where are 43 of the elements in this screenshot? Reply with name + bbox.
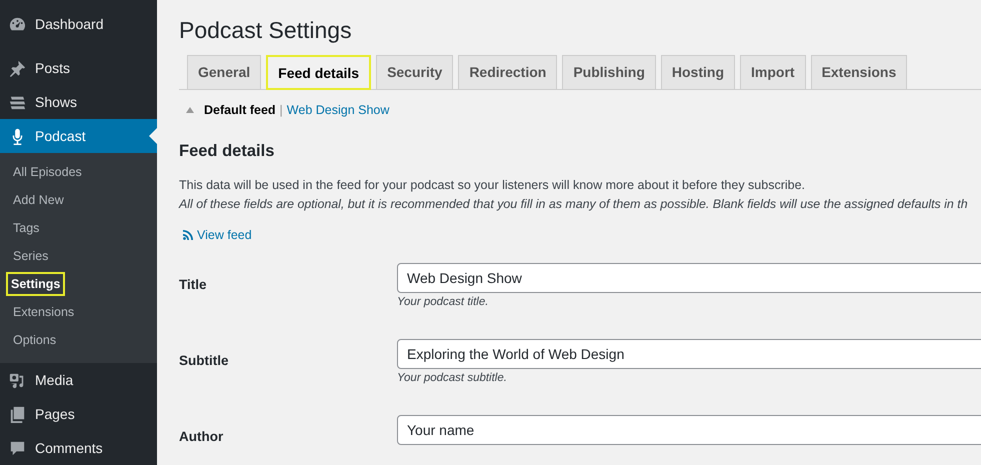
field-hint: Your podcast subtitle. — [397, 372, 508, 384]
field-hint: Your podcast title. — [397, 296, 490, 308]
tab[interactable]: Feed details — [266, 55, 372, 90]
submenu-item[interactable]: Settings — [6, 272, 66, 296]
description-text: This data will be used in the feed for your podcast so your listeners will know more about it before they subscribe. — [179, 177, 806, 194]
menu-item[interactable]: Media — [0, 363, 157, 397]
field-label: Author — [179, 428, 224, 446]
section-title: Feed details — [179, 142, 276, 161]
tab[interactable]: Security — [376, 55, 454, 89]
feed-link[interactable]: Default feed — [204, 103, 276, 117]
pushpin-icon — [8, 58, 27, 78]
menu-item[interactable]: Shows — [0, 85, 157, 119]
feed-link[interactable]: Web Design Show — [286, 103, 390, 117]
menu-item[interactable]: Dashboard — [0, 6, 157, 42]
view-feed-link[interactable]: View feed — [183, 228, 252, 242]
menu-item[interactable]: Podcast — [0, 119, 157, 153]
tab[interactable]: Hosting — [660, 55, 735, 89]
tab[interactable]: Publishing — [562, 55, 656, 89]
field-label: Subtitle — [179, 352, 230, 370]
menu-item[interactable]: Posts — [0, 51, 157, 85]
note-text: All of these fields are optional, but it is recommended that you fill in as many of them as possible. Blank fields will use the assigned defaults in th — [179, 196, 969, 213]
field-label: Title — [179, 276, 208, 294]
submenu-item[interactable]: Extensions — [8, 298, 80, 326]
submenu-item[interactable]: All Episodes — [8, 158, 87, 186]
pages-icon — [8, 404, 27, 424]
tab[interactable]: Redirection — [458, 55, 558, 89]
input-field[interactable]: Exploring the World of Web Design — [397, 339, 981, 369]
rss-icon — [183, 230, 193, 240]
separator: | — [280, 103, 283, 117]
input-field[interactable]: Web Design Show — [397, 263, 981, 293]
input-field[interactable]: Your name — [397, 415, 981, 445]
menu-item[interactable]: Pages — [0, 397, 157, 431]
tab[interactable]: Import — [740, 55, 806, 89]
tab[interactable]: Extensions — [810, 55, 908, 89]
tab[interactable]: General — [187, 55, 262, 89]
submenu-item[interactable]: Series — [8, 242, 54, 270]
submenu-item[interactable]: Add New — [8, 186, 69, 214]
submenu-item[interactable]: Tags — [8, 214, 44, 242]
view-feed-label: View feed — [197, 228, 252, 242]
menu-item[interactable]: Comments — [0, 431, 157, 465]
triangle-icon — [186, 107, 194, 113]
page-title: Podcast Settings — [179, 17, 353, 44]
submenu-item[interactable]: Options — [8, 326, 62, 354]
